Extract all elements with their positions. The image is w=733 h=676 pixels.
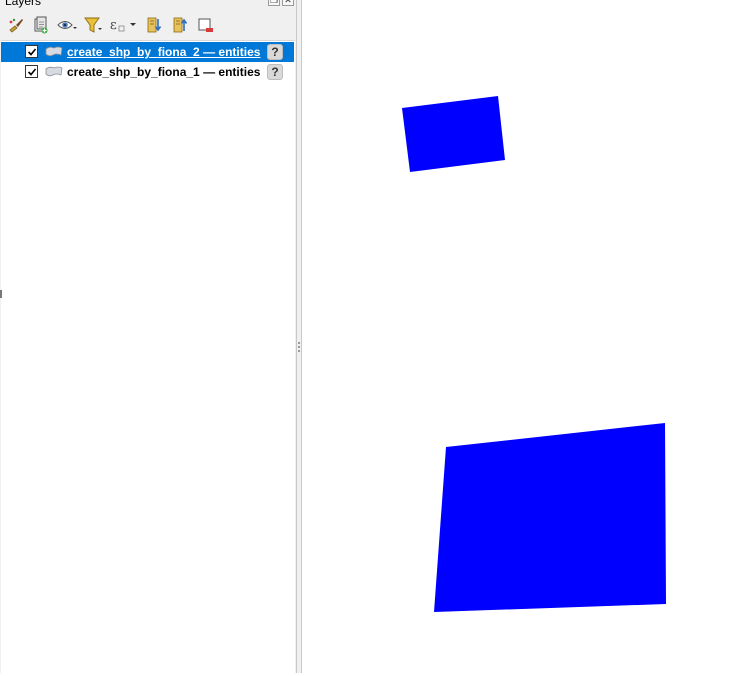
filter-by-expression-button[interactable]: ε	[108, 14, 140, 36]
layer-tree: create_shp_by_fiona_2 — entities ? creat…	[1, 40, 295, 673]
remove-layer-button[interactable]	[194, 14, 216, 36]
polygon-layer-1	[434, 423, 666, 612]
epsilon-icon: ε	[110, 18, 136, 33]
splitter-grip-icon	[298, 342, 300, 356]
layer-label: create_shp_by_fiona_2 — entities	[67, 45, 261, 59]
layer-label: create_shp_by_fiona_1 — entities	[67, 65, 261, 79]
add-group-icon	[34, 16, 48, 34]
style-manager-button[interactable]	[5, 14, 27, 36]
manage-visibility-button[interactable]	[56, 14, 78, 36]
filter-legend-button[interactable]	[82, 14, 104, 36]
polygon-layer-2	[402, 96, 505, 172]
filter-icon	[84, 17, 102, 33]
collapse-all-button[interactable]	[169, 14, 191, 36]
polygon-layer-icon	[45, 66, 63, 77]
layers-toolbar: ε	[0, 12, 296, 38]
question-icon[interactable]: ?	[267, 64, 283, 80]
checkmark-icon	[27, 47, 36, 56]
panel-title: Layers	[5, 0, 42, 8]
question-icon[interactable]: ?	[267, 44, 283, 60]
add-group-button[interactable]	[29, 14, 51, 36]
expand-all-button[interactable]	[143, 14, 165, 36]
map-canvas[interactable]	[302, 0, 733, 673]
remove-layer-icon	[198, 18, 213, 32]
eye-icon	[57, 21, 77, 29]
map-canvas-svg	[402, 96, 666, 612]
layer-row-create-shp-by-fiona-2[interactable]: create_shp_by_fiona_2 — entities ?	[1, 42, 294, 62]
checkmark-icon	[27, 67, 36, 76]
close-icon[interactable]: ✕	[282, 0, 294, 6]
float-icon[interactable]: ❐	[268, 0, 280, 6]
svg-text:ε: ε	[110, 18, 117, 33]
collapse-all-icon	[173, 17, 188, 33]
layers-panel: Layers ❐ ✕ ε create_shp_by_fiona_2 — ent…	[0, 0, 296, 673]
paintbrush-icon	[9, 18, 23, 33]
polygon-layer-icon	[45, 46, 63, 57]
layer-visibility-checkbox[interactable]	[25, 45, 38, 58]
expand-all-icon	[147, 17, 162, 33]
panel-edge-marker	[0, 290, 2, 298]
layer-row-create-shp-by-fiona-1[interactable]: create_shp_by_fiona_1 — entities ?	[1, 62, 294, 82]
layer-visibility-checkbox[interactable]	[25, 65, 38, 78]
